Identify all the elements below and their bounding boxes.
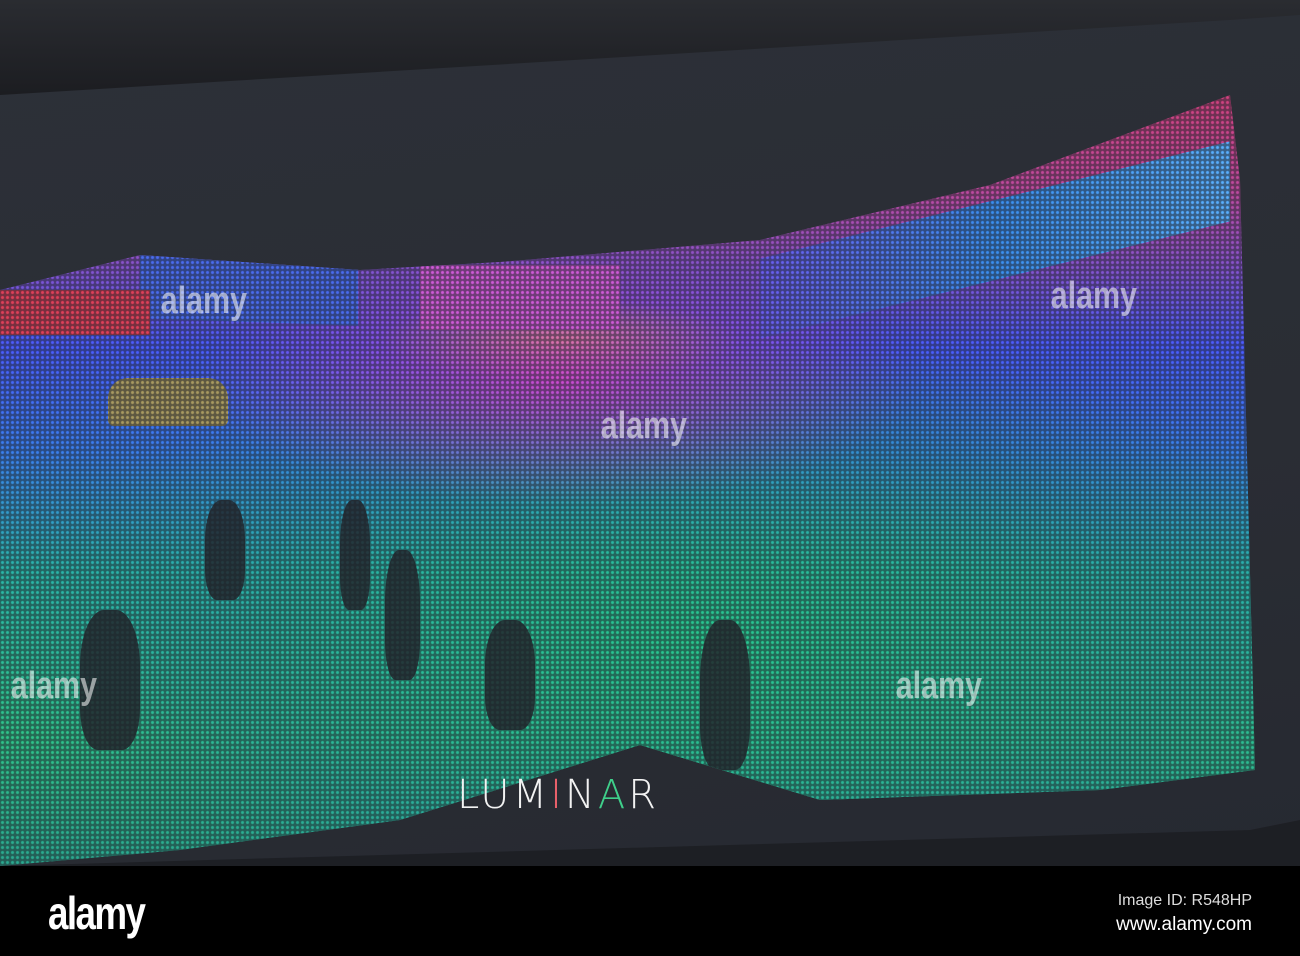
watermark: alamy (1050, 275, 1137, 317)
watermark: alamy (160, 280, 247, 322)
website-link: www.alamy.com (1116, 914, 1252, 935)
watermark: alamy (10, 665, 97, 707)
image-id: Image ID: R548HP (1117, 892, 1252, 909)
watermark: alamy (600, 405, 687, 447)
alamy-logo: alamy (48, 887, 146, 939)
watermark: alamy (895, 665, 982, 707)
footer-bar: alamy Image ID: R548HP www.alamy.com (0, 866, 1300, 956)
luminar-logo: LUMINAR (457, 772, 659, 818)
